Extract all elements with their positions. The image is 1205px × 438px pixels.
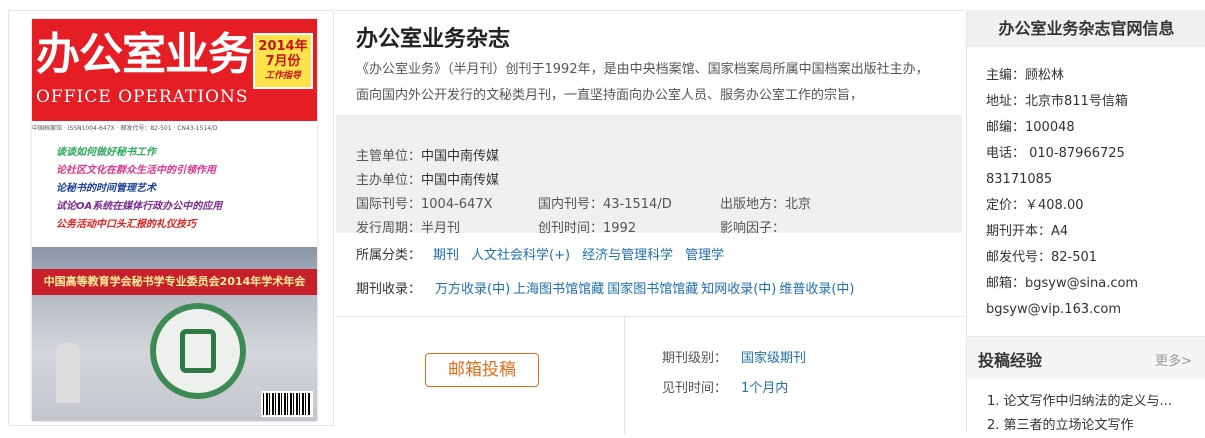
official-info-item: bgsyw@vip.163.com: [986, 302, 1122, 317]
magazine-info-panel: 办公室业务杂志 《办公室业务》（半月刊）创刊于1992年，是由中央档案馆、国家档…: [336, 10, 964, 434]
cover-article-line: 谈谈如何做好秘书工作: [56, 147, 156, 158]
sponsor-label: 主办单位：: [356, 173, 422, 188]
cover-subtitle-en: OFFICE OPERATIONS: [36, 87, 249, 107]
divider: [624, 317, 625, 434]
experience-section-header: 投稿经验 更多>: [967, 336, 1205, 379]
included-label: 期刊收录：: [356, 282, 422, 297]
founded-label: 创刊时间：: [538, 221, 604, 236]
cover-emblem-icon: [150, 303, 246, 399]
cycle-value: 半月刊: [421, 221, 461, 236]
publish-time-label: 见刊时间：: [662, 381, 728, 396]
cover-article-line: 论社区文化在群众生活中的引领作用: [56, 165, 216, 176]
publish-time-row: 见刊时间： 1个月内: [662, 377, 788, 396]
supervisor-label: 主管单位：: [356, 149, 422, 164]
official-info-item: 邮箱：bgsyw@sina.com: [986, 276, 1139, 291]
cover-badge-note: 工作指导: [264, 71, 301, 81]
sponsor-row: 主办单位：中国中南传媒: [356, 169, 499, 188]
cover-speaker-figure: [56, 343, 80, 403]
included-link[interactable]: 维普收录(中): [779, 282, 854, 297]
publish-time-link[interactable]: 1个月内: [741, 381, 788, 396]
magazine-details-box: 主管单位：中国中南传媒 主办单位：中国中南传媒 国际刊号：1004-647X 国…: [336, 115, 962, 236]
category-link[interactable]: 期刊: [433, 248, 459, 263]
place-value: 北京: [785, 197, 812, 212]
cn-value: 43-1514/D: [603, 197, 672, 212]
supervisor-value: 中国中南传媒: [421, 149, 500, 164]
official-info-item: 地址：北京市811号信箱: [986, 94, 1128, 109]
cover-title: 办公室业务: [36, 29, 252, 80]
place-field: 出版地方：北京: [720, 193, 811, 212]
magazine-description: 《办公室业务》（半月刊）创刊于1992年，是由中央档案馆、国家档案局所属中国档案…: [356, 62, 929, 103]
official-info-sidebar: 办公室业务杂志官网信息 主编：顾松林 地址：北京市811号信箱 邮编：10004…: [966, 10, 1205, 433]
experience-heading: 投稿经验: [978, 351, 1043, 370]
cn-label: 国内刊号：: [538, 197, 604, 212]
founded-value: 1992: [603, 221, 637, 236]
more-link[interactable]: 更多>: [1155, 350, 1192, 369]
impact-label: 影响因子：: [720, 221, 786, 236]
cn-field: 国内刊号：43-1514/D: [538, 193, 672, 212]
official-info-item: 邮发代号：82-501: [986, 250, 1098, 265]
official-info-item: 期刊开本：A4: [986, 224, 1069, 239]
issn-value: 1004-647X: [421, 197, 493, 212]
supervisor-row: 主管单位：中国中南传媒: [356, 145, 499, 164]
category-link[interactable]: 管理学: [685, 248, 724, 263]
included-link[interactable]: 知网收录(中): [701, 282, 776, 297]
cover-meta-line: 中国档案馆 · ISSN1004-647X · 邮发代号：82-501 · CN…: [32, 125, 218, 132]
official-info-list: 主编：顾松林 地址：北京市811号信箱 邮编：100048 电话： 010-87…: [986, 63, 1138, 323]
cover-photo: 中国高等教育学会秘书学专业委员会2014年学术年会: [32, 247, 317, 421]
official-info-item: 83171085: [986, 172, 1053, 187]
experience-item[interactable]: 1. 论文写作中归纳法的定义与...: [987, 394, 1172, 409]
level-link[interactable]: 国家级期刊: [741, 351, 806, 366]
cover-article-line: 公务活动中口头汇报的礼仪技巧: [56, 219, 196, 230]
experience-item[interactable]: 2. 第三者的立场论文写作: [987, 418, 1134, 433]
cover-article-list: 谈谈如何做好秘书工作 论社区文化在群众生活中的引领作用 论秘书的时间管理艺术 试…: [32, 135, 317, 245]
official-info-heading: 办公室业务杂志官网信息: [967, 10, 1205, 47]
official-info-item: 邮编：100048: [986, 120, 1075, 135]
level-label: 期刊级别：: [662, 351, 728, 366]
founded-field: 创刊时间：1992: [538, 217, 636, 236]
included-link[interactable]: 国家图书馆馆藏: [607, 282, 698, 297]
cover-badge-year: 2014年: [258, 39, 308, 54]
cover-article-line: 论秘书的时间管理艺术: [56, 183, 156, 194]
experience-list: 1. 论文写作中归纳法的定义与... 2. 第三者的立场论文写作: [987, 390, 1172, 438]
category-link[interactable]: 经济与管理科学: [582, 248, 673, 263]
cover-badge-month: 7月份: [265, 54, 301, 69]
category-link[interactable]: 人文社会科学(+): [471, 248, 570, 263]
magazine-cover-image[interactable]: 办公室业务 OFFICE OPERATIONS 2014年 7月份 工作指导 中…: [32, 19, 317, 421]
submission-panel: 邮箱投稿 期刊级别： 国家级期刊 见刊时间： 1个月内: [336, 316, 964, 434]
official-info-item: 电话： 010-87966725: [986, 146, 1125, 161]
included-link[interactable]: 万方收录(中): [435, 282, 510, 297]
cycle-field: 发行周期：半月刊: [356, 217, 460, 236]
official-info-item: 主编：顾松林: [986, 68, 1065, 83]
level-row: 期刊级别： 国家级期刊: [662, 347, 806, 366]
barcode-icon: [261, 391, 313, 417]
email-submit-button[interactable]: 邮箱投稿: [425, 353, 539, 387]
impact-field: 影响因子：: [720, 217, 785, 236]
category-label: 所属分类：: [356, 248, 422, 263]
place-label: 出版地方：: [720, 197, 786, 212]
cover-frame: 办公室业务 OFFICE OPERATIONS 2014年 7月份 工作指导 中…: [8, 10, 334, 426]
cover-banner: 中国高等教育学会秘书学专业委员会2014年学术年会: [32, 269, 317, 295]
cycle-label: 发行周期：: [356, 221, 422, 236]
magazine-title: 办公室业务杂志: [356, 27, 511, 52]
sponsor-value: 中国中南传媒: [421, 173, 500, 188]
category-row: 所属分类： 期刊 人文社会科学(+) 经济与管理科学 管理学: [356, 244, 724, 263]
included-link[interactable]: 上海图书馆馆藏: [513, 282, 604, 297]
cover-article-line: 试论OA系统在媒体行政办公中的应用: [56, 201, 223, 212]
issn-field: 国际刊号：1004-647X: [356, 193, 493, 212]
official-info-item: 定价：￥408.00: [986, 198, 1084, 213]
cover-issue-badge: 2014年 7月份 工作指导: [253, 33, 313, 89]
included-row: 期刊收录： 万方收录(中) 上海图书馆馆藏 国家图书馆馆藏 知网收录(中) 维普收录(中): [356, 278, 858, 297]
issn-label: 国际刊号：: [356, 197, 422, 212]
cover-header: 办公室业务 OFFICE OPERATIONS 2014年 7月份 工作指导: [32, 19, 317, 121]
